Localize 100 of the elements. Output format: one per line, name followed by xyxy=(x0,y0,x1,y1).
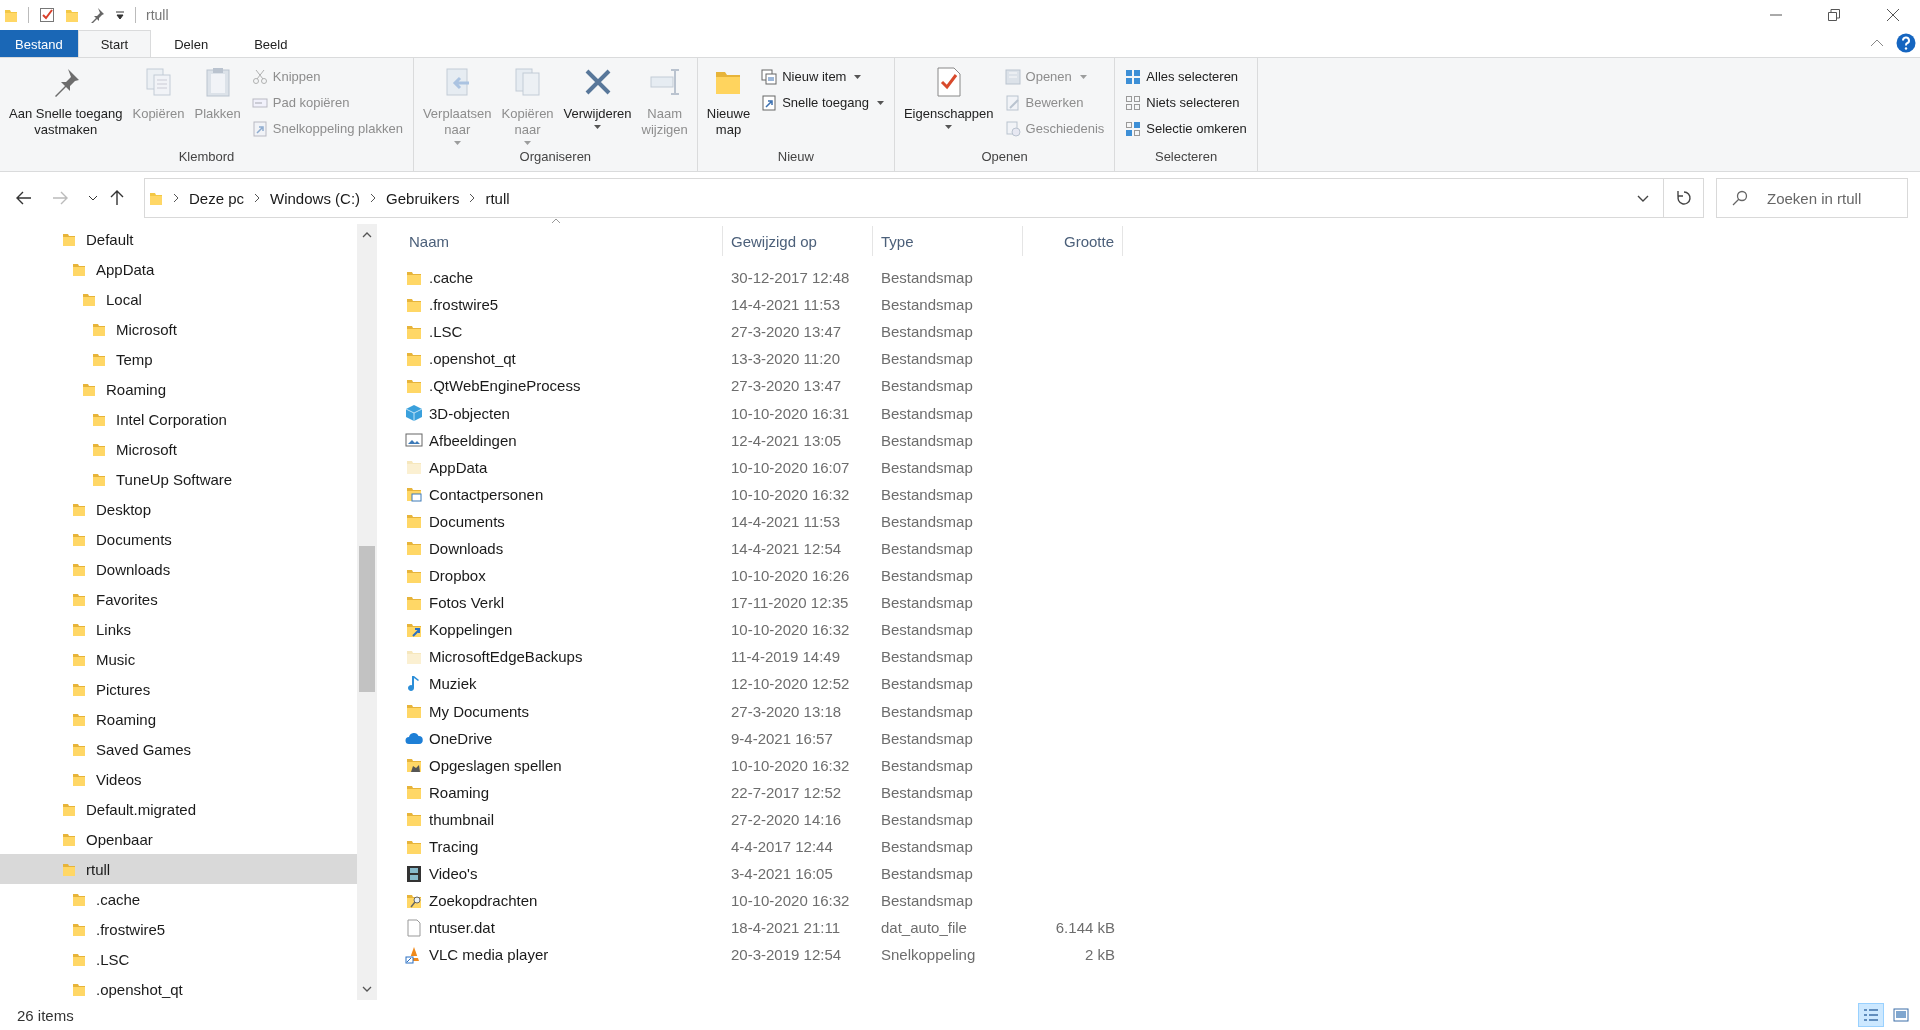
nav-tree-item[interactable]: Local xyxy=(0,284,357,314)
file-row[interactable]: .LSC 27-3-2020 13:47 Bestandsmap xyxy=(401,318,1920,346)
ribbon-button[interactable]: Nieuwe map xyxy=(703,62,754,149)
file-row[interactable]: My Documents 27-3-2020 13:18 Bestandsmap xyxy=(401,697,1920,725)
nav-tree-item[interactable]: Intel Corporation xyxy=(0,404,357,434)
nav-tree-item[interactable]: Saved Games xyxy=(0,734,357,764)
breadcrumb-item[interactable]: Gebruikers xyxy=(386,189,460,207)
nav-tree-item[interactable]: Openbaar xyxy=(0,824,357,854)
nav-tree-item[interactable]: Favorites xyxy=(0,584,357,614)
modified-date: 27-3-2020 13:18 xyxy=(730,702,843,720)
chevron-right-icon[interactable] xyxy=(469,193,476,203)
nav-tree-item[interactable]: AppData xyxy=(0,254,357,284)
breadcrumb-item[interactable]: Windows (C:) xyxy=(270,189,361,207)
ribbon-button[interactable]: Verwijderen xyxy=(560,62,635,149)
ribbon-button[interactable]: Eigenschappen xyxy=(900,62,997,149)
chevron-right-icon[interactable] xyxy=(254,193,261,203)
chevron-right-icon[interactable] xyxy=(370,193,377,203)
file-name: .QtWebEngineProcess xyxy=(429,377,581,395)
nav-tree-item[interactable]: .openshot_qt xyxy=(0,974,357,1004)
nav-tree-item[interactable]: .LSC xyxy=(0,944,357,974)
close-icon[interactable] xyxy=(1886,8,1900,22)
nav-tree-item[interactable]: Documents xyxy=(0,524,357,554)
file-row[interactable]: 3D-objecten 10-10-2020 16:31 Bestandsmap xyxy=(401,399,1920,427)
file-row[interactable]: Opgeslagen spellen 10-10-2020 16:32 Bestandsmap xyxy=(401,751,1920,779)
ribbon-button[interactable]: Aan Snelle toegang vastmaken xyxy=(6,62,126,149)
ribbon-button[interactable]: Niets selecteren xyxy=(1121,90,1251,115)
file-row[interactable]: Contactpersonen 10-10-2020 16:32 Bestandsmap xyxy=(401,480,1920,508)
file-row[interactable]: Zoekopdrachten 10-10-2020 16:32 Bestandsmap xyxy=(401,887,1920,915)
file-row[interactable]: .openshot_qt 13-3-2020 11:20 Bestandsmap xyxy=(401,345,1920,373)
file-row[interactable]: VLC media player 20-3-2019 12:54 Snelkoppeling 2 kB xyxy=(401,941,1920,969)
file-row[interactable]: AppData 10-10-2020 16:07 Bestandsmap xyxy=(401,453,1920,481)
file-row[interactable]: Afbeeldingen 12-4-2021 13:05 Bestandsmap xyxy=(401,426,1920,454)
nav-tree-item[interactable]: Temp xyxy=(0,344,357,374)
details-view-button[interactable] xyxy=(1858,1003,1884,1027)
nav-tree-item[interactable]: Default.migrated xyxy=(0,794,357,824)
scroll-down-icon[interactable] xyxy=(362,986,372,992)
back-arrow-icon[interactable] xyxy=(16,191,32,205)
ribbon-tab[interactable]: Start xyxy=(77,30,152,57)
checkbox-properties-icon[interactable] xyxy=(39,7,55,23)
file-row[interactable]: .cache 30-12-2017 12:48 Bestandsmap xyxy=(401,264,1920,292)
scrollbar-thumb[interactable] xyxy=(359,546,375,692)
column-header[interactable]: Type xyxy=(873,226,1023,256)
refresh-button[interactable] xyxy=(1664,178,1704,218)
scrollbar[interactable] xyxy=(357,224,377,1000)
column-header[interactable]: Naam xyxy=(401,226,723,256)
file-row[interactable]: MicrosoftEdgeBackups 11-4-2019 14:49 Bestandsmap xyxy=(401,643,1920,671)
nav-tree-item[interactable]: Microsoft xyxy=(0,314,357,344)
ribbon-tab[interactable]: Bestand xyxy=(0,30,78,57)
recent-locations-caret-icon[interactable] xyxy=(88,195,98,201)
collapse-ribbon-icon[interactable] xyxy=(1870,39,1884,47)
chevron-right-icon[interactable] xyxy=(173,193,179,203)
nav-tree-item[interactable]: Roaming xyxy=(0,704,357,734)
nav-tree-item[interactable]: .cache xyxy=(0,884,357,914)
file-row[interactable]: thumbnail 27-2-2020 14:16 Bestandsmap xyxy=(401,805,1920,833)
nav-tree-item[interactable]: .frostwire5 xyxy=(0,914,357,944)
file-row[interactable]: Downloads 14-4-2021 12:54 Bestandsmap xyxy=(401,534,1920,563)
nav-tree-item[interactable]: Default xyxy=(0,224,357,254)
column-header[interactable]: Grootte xyxy=(1023,226,1123,256)
breadcrumb-item[interactable]: rtull xyxy=(485,189,510,207)
ribbon-tab[interactable]: Beeld xyxy=(231,30,311,57)
breadcrumb-item[interactable]: Deze pc xyxy=(189,189,245,207)
pin-icon[interactable] xyxy=(89,7,105,23)
file-row[interactable]: Roaming 22-7-2017 12:52 Bestandsmap xyxy=(401,778,1920,806)
ribbon-tab[interactable]: Delen xyxy=(151,30,232,57)
ribbon-group-label: Organiseren xyxy=(518,149,593,166)
caret-icon[interactable] xyxy=(115,10,125,20)
chevron-down-icon[interactable] xyxy=(1637,194,1649,202)
nav-tree-item[interactable]: Videos xyxy=(0,764,357,794)
nav-tree-item[interactable]: Roaming xyxy=(0,374,357,404)
search-field[interactable]: Zoeken in rtull xyxy=(1716,178,1908,218)
nav-tree-item[interactable]: Desktop xyxy=(0,494,357,524)
file-row[interactable]: Tracing 4-4-2017 12:44 Bestandsmap xyxy=(401,832,1920,861)
nav-tree-item[interactable]: rtull xyxy=(0,854,357,884)
nav-tree-item[interactable]: Downloads xyxy=(0,554,357,584)
file-row[interactable]: Documents 14-4-2021 11:53 Bestandsmap xyxy=(401,507,1920,535)
nav-tree-item[interactable]: Microsoft xyxy=(0,434,357,464)
nav-tree-item[interactable]: TuneUp Software xyxy=(0,464,357,494)
nav-tree-item[interactable]: Music xyxy=(0,644,357,674)
file-row[interactable]: .QtWebEngineProcess 27-3-2020 13:47 Bestandsmap xyxy=(401,372,1920,400)
file-row[interactable]: Muziek 12-10-2020 12:52 Bestandsmap xyxy=(401,670,1920,698)
file-row[interactable]: OneDrive 9-4-2021 16:57 Bestandsmap xyxy=(401,724,1920,752)
column-header[interactable]: Gewijzigd op xyxy=(723,226,873,256)
modified-date: 10-10-2020 16:32 xyxy=(730,621,851,639)
nav-tree-item[interactable]: Links xyxy=(0,614,357,644)
up-arrow-icon[interactable] xyxy=(110,190,124,206)
file-row[interactable]: Koppelingen 10-10-2020 16:32 Bestandsmap xyxy=(401,616,1920,644)
file-row[interactable]: Video's 3-4-2021 16:05 Bestandsmap xyxy=(401,860,1920,888)
restore-icon[interactable] xyxy=(1828,9,1840,21)
ribbon-button[interactable]: Selectie omkeren xyxy=(1121,116,1251,141)
help-icon[interactable] xyxy=(1896,33,1916,53)
file-row[interactable]: .frostwire5 14-4-2021 11:53 Bestandsmap xyxy=(401,291,1920,319)
scroll-up-icon[interactable] xyxy=(362,232,372,238)
ribbon-button[interactable]: Alles selecteren xyxy=(1121,64,1251,89)
ribbon-button[interactable]: Nieuw item xyxy=(757,64,888,89)
file-row[interactable]: Dropbox 10-10-2020 16:26 Bestandsmap xyxy=(401,562,1920,590)
address-bar[interactable]: Deze pc Windows (C:) Gebruikers rtull xyxy=(144,178,1664,218)
file-row[interactable]: Fotos Verkl 17-11-2020 12:35 Bestandsmap xyxy=(401,589,1920,617)
file-row[interactable]: ntuser.dat 18-4-2021 21:11 dat_auto_file 6.144 kB xyxy=(401,914,1920,942)
nav-tree-item[interactable]: Pictures xyxy=(0,674,357,704)
ribbon-button[interactable]: Snelle toegang xyxy=(757,90,888,115)
